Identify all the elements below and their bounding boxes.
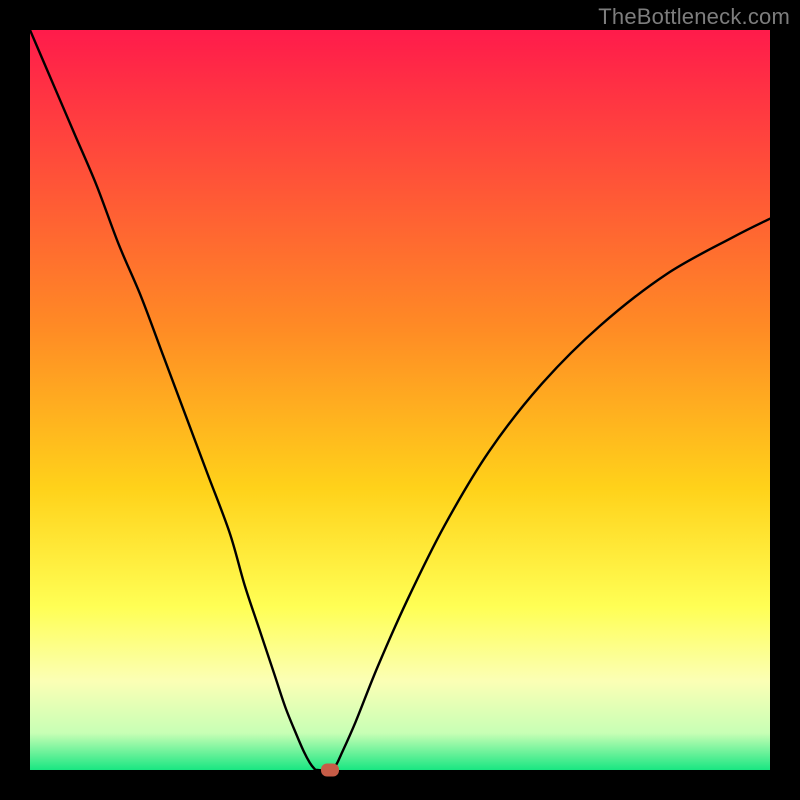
watermark-text: TheBottleneck.com <box>598 4 790 30</box>
chart-frame: TheBottleneck.com <box>0 0 800 800</box>
plot-area <box>30 30 770 770</box>
minimum-marker <box>321 764 339 777</box>
curve-layer <box>30 30 770 770</box>
bottleneck-curve <box>30 30 770 770</box>
